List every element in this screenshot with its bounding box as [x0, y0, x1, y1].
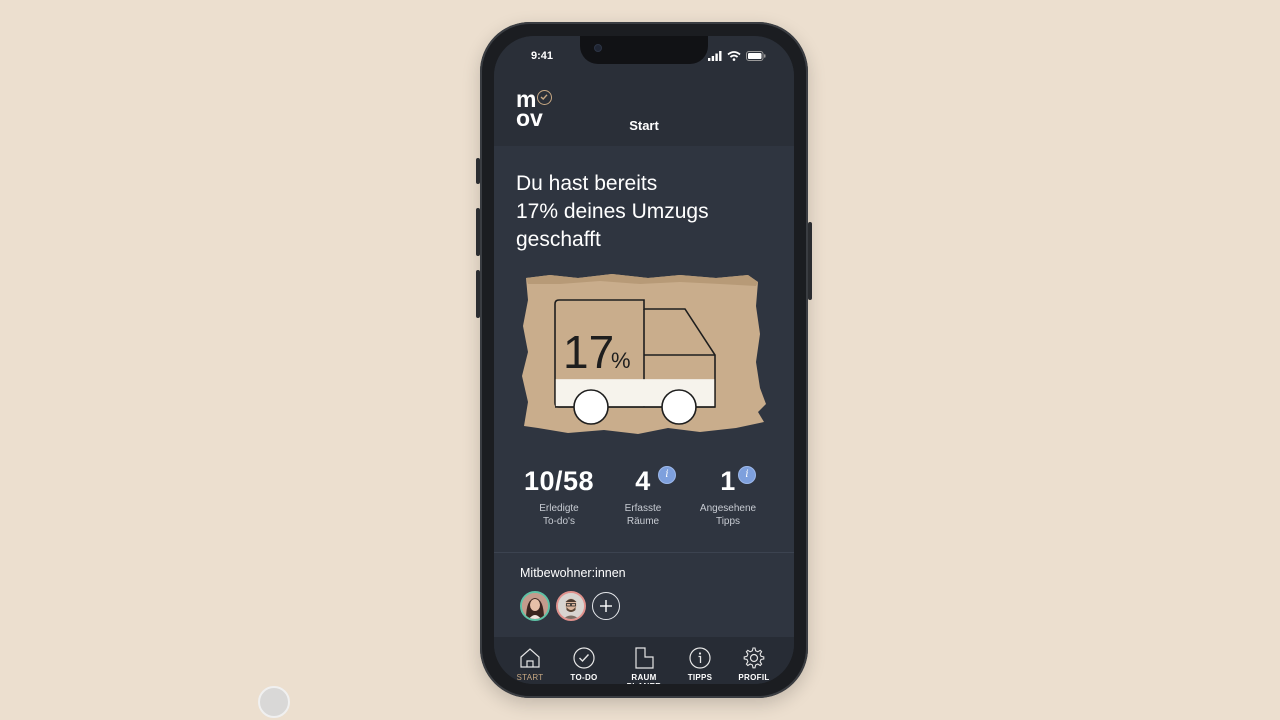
info-icon — [689, 647, 711, 669]
app-screen: m ov Start 9:41 Du hast bereits 17% dein… — [494, 36, 794, 684]
person-avatar-icon — [522, 593, 548, 619]
truck-wheel-front — [661, 389, 697, 425]
tab-start[interactable]: START — [502, 647, 558, 682]
mute-switch — [476, 158, 480, 184]
page-title: Start — [629, 118, 659, 133]
status-icons — [708, 51, 766, 61]
stat-label: Angesehene Tipps — [699, 503, 757, 527]
signal-icon — [708, 51, 722, 61]
add-roommate-button[interactable] — [592, 592, 620, 620]
progress-percent-value: 17 — [563, 326, 614, 378]
check-circle-icon — [573, 647, 595, 669]
info-icon[interactable]: i — [658, 466, 676, 484]
status-time: 9:41 — [531, 50, 554, 62]
avatar[interactable] — [520, 591, 550, 621]
progress-percent-unit: % — [611, 348, 631, 373]
progress-section: Du hast bereits 17% deines Umzugs gescha… — [494, 146, 794, 552]
roommates-section: Mitbewohner:innen — [494, 553, 794, 637]
tab-label: TIPPS — [687, 673, 713, 682]
wifi-icon — [727, 51, 741, 61]
tab-profil[interactable]: PROFIL — [726, 647, 782, 682]
headline-line-3: geschafft — [516, 228, 601, 251]
tab-todo[interactable]: TO-DO — [556, 647, 612, 682]
floorplan-icon — [635, 647, 654, 669]
tab-label: START — [516, 673, 544, 682]
stat-value: 1 — [720, 466, 736, 496]
home-icon — [520, 648, 540, 668]
roommates-title: Mitbewohner:innen — [520, 566, 626, 580]
phone-frame: m ov Start 9:41 Du hast bereits 17% dein… — [476, 22, 812, 698]
progress-headline: Du hast bereits 17% deines Umzugs gescha… — [516, 170, 776, 254]
notch — [580, 36, 708, 64]
stats-row: 10/58 Erledigte To-do's 4 Erfasste Räume… — [494, 464, 794, 544]
stat-viewed-tips[interactable]: 1 Angesehene Tipps — [678, 464, 778, 528]
avatar[interactable] — [556, 591, 586, 621]
volume-up-button — [476, 208, 480, 256]
tab-tipps[interactable]: TIPPS — [672, 647, 728, 682]
tab-label: RAUM PLANER — [627, 673, 661, 684]
headline-line-2: 17% deines Umzugs — [516, 200, 709, 223]
moving-truck-progress-illustration: 17 % — [522, 274, 766, 434]
info-icon[interactable]: i — [738, 466, 756, 484]
battery-icon — [746, 51, 766, 61]
power-button — [808, 222, 812, 300]
volume-down-button — [476, 270, 480, 318]
truck-wheel-rear — [573, 389, 609, 425]
tab-raumplaner[interactable]: RAUM PLANER — [616, 647, 672, 684]
roommates-avatars — [520, 591, 620, 621]
headline-line-1: Du hast bereits — [516, 172, 658, 195]
bottom-tab-bar: START TO-DO RAUM PLANER — [494, 637, 794, 684]
gear-icon — [743, 647, 765, 669]
person-avatar-icon — [558, 593, 584, 619]
logo-check-icon — [537, 90, 553, 105]
plus-icon — [600, 600, 612, 612]
tab-label: TO-DO — [570, 673, 598, 682]
tab-label: PROFIL — [738, 673, 770, 682]
touch-indicator — [258, 686, 290, 718]
front-camera — [594, 44, 602, 52]
